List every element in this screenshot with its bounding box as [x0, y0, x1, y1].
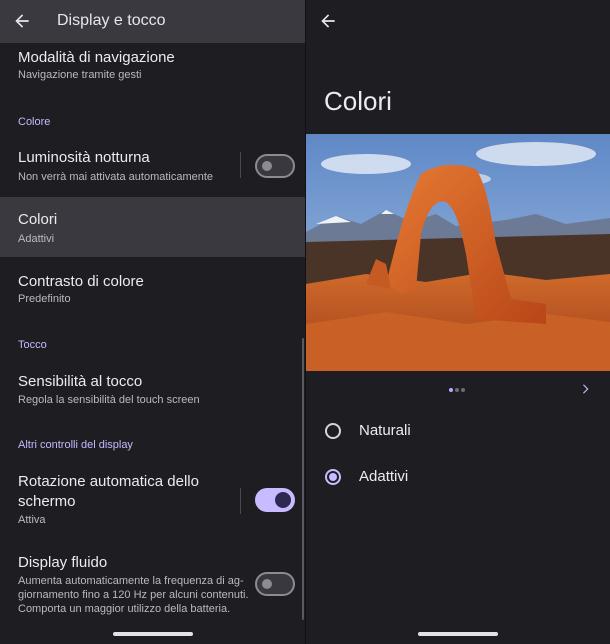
item-subtitle-line3: Comporta un maggior utilizzo della batte…: [18, 603, 231, 615]
gesture-nav-handle[interactable]: [113, 632, 193, 636]
radio-button-selected[interactable]: [325, 469, 341, 485]
colors-panel: Colori Naturali Adattivi: [306, 0, 610, 644]
item-title: Display fluido: [18, 554, 108, 571]
night-light-toggle[interactable]: [255, 154, 295, 178]
scrollbar[interactable]: [302, 338, 304, 620]
item-title-line2: schermo: [18, 493, 76, 510]
auto-rotate-toggle[interactable]: [255, 488, 295, 512]
item-title: Contrasto di colore: [18, 273, 144, 290]
item-title: Rotazione automatica dello: [18, 473, 199, 490]
carousel-dot: [455, 388, 459, 392]
back-arrow-icon[interactable]: [318, 11, 338, 31]
item-subtitle: Aumenta automaticamente la frequenza di …: [18, 575, 244, 587]
item-subtitle: Attiva: [18, 514, 46, 526]
item-subtitle: Adattivi: [18, 233, 55, 245]
toggle-knob: [262, 579, 272, 589]
section-header-touch: Tocco: [18, 339, 47, 351]
chevron-right-icon[interactable]: [578, 382, 592, 396]
item-subtitle: Navigazione tramite gesti: [18, 69, 142, 81]
item-title: Modalità di navigazione: [18, 49, 175, 66]
carousel-dot-active: [449, 388, 453, 392]
page-title: Colori: [324, 86, 392, 116]
item-subtitle: Regola la sensibilità del touch screen: [18, 394, 200, 406]
page-title: Display e tocco: [57, 12, 166, 29]
item-title: Colori: [18, 211, 58, 228]
section-header-color: Colore: [18, 116, 51, 128]
radio-button[interactable]: [325, 423, 341, 439]
item-title: Sensibilità al tocco: [18, 373, 143, 390]
carousel-dot: [461, 388, 465, 392]
settings-panel: Display e tocco Modalità di navigazione …: [0, 0, 305, 644]
smooth-display-toggle[interactable]: [255, 572, 295, 596]
preview-image[interactable]: [306, 134, 610, 371]
radio-label: Naturali: [359, 422, 411, 439]
item-title: Luminosità notturna: [18, 149, 150, 166]
gesture-nav-handle[interactable]: [418, 632, 498, 636]
back-arrow-icon[interactable]: [12, 11, 32, 31]
toggle-knob: [275, 492, 291, 508]
section-header-other-controls: Altri controlli del display: [18, 439, 133, 451]
divider: [240, 488, 241, 514]
toggle-knob: [262, 161, 272, 171]
item-subtitle: Predefinito: [18, 293, 71, 305]
item-subtitle-line2: giornamento fino a 120 Hz per alcuni con…: [18, 589, 249, 601]
radio-label: Adattivi: [359, 468, 409, 485]
top-app-bar: Display e tocco: [0, 0, 305, 43]
item-subtitle: Non verrà mai attivata automaticamente: [18, 171, 214, 183]
divider: [240, 152, 241, 178]
